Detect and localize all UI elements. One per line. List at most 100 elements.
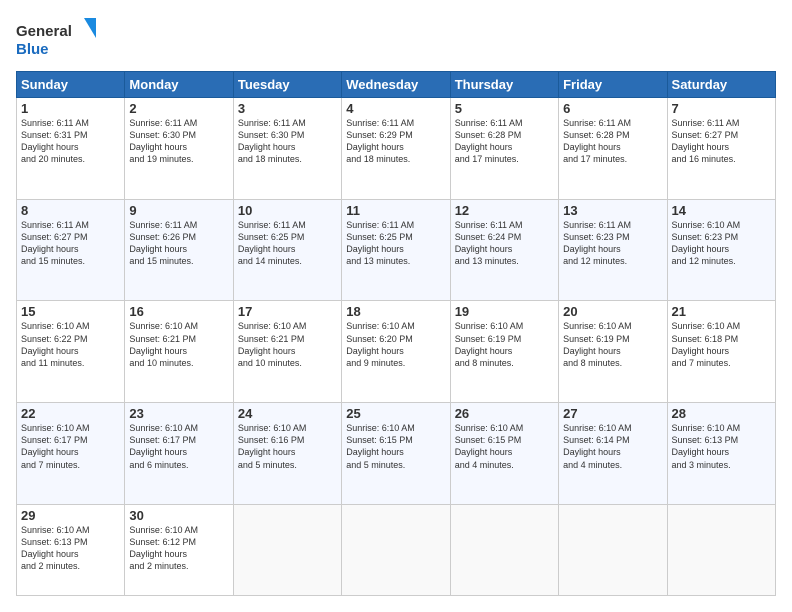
day-number: 7 bbox=[672, 101, 771, 116]
calendar-cell: 8 Sunrise: 6:11 AM Sunset: 6:27 PM Dayli… bbox=[17, 199, 125, 301]
cell-content: Sunrise: 6:11 AM Sunset: 6:26 PM Dayligh… bbox=[129, 219, 228, 268]
day-number: 12 bbox=[455, 203, 554, 218]
cell-content: Sunrise: 6:11 AM Sunset: 6:28 PM Dayligh… bbox=[563, 117, 662, 166]
day-number: 1 bbox=[21, 101, 120, 116]
day-number: 24 bbox=[238, 406, 337, 421]
calendar-cell: 12 Sunrise: 6:11 AM Sunset: 6:24 PM Dayl… bbox=[450, 199, 558, 301]
calendar-cell: 11 Sunrise: 6:11 AM Sunset: 6:25 PM Dayl… bbox=[342, 199, 450, 301]
cell-content: Sunrise: 6:11 AM Sunset: 6:30 PM Dayligh… bbox=[238, 117, 337, 166]
svg-text:Blue: Blue bbox=[16, 41, 49, 58]
cell-content: Sunrise: 6:10 AM Sunset: 6:22 PM Dayligh… bbox=[21, 320, 120, 369]
calendar-cell: 18 Sunrise: 6:10 AM Sunset: 6:20 PM Dayl… bbox=[342, 301, 450, 403]
day-number: 11 bbox=[346, 203, 445, 218]
day-number: 20 bbox=[563, 304, 662, 319]
day-number: 13 bbox=[563, 203, 662, 218]
day-number: 22 bbox=[21, 406, 120, 421]
cell-content: Sunrise: 6:11 AM Sunset: 6:31 PM Dayligh… bbox=[21, 117, 120, 166]
calendar-cell: 30 Sunrise: 6:10 AM Sunset: 6:12 PM Dayl… bbox=[125, 504, 233, 595]
day-number: 28 bbox=[672, 406, 771, 421]
calendar-cell: 24 Sunrise: 6:10 AM Sunset: 6:16 PM Dayl… bbox=[233, 403, 341, 505]
cell-content: Sunrise: 6:11 AM Sunset: 6:28 PM Dayligh… bbox=[455, 117, 554, 166]
cell-content: Sunrise: 6:11 AM Sunset: 6:27 PM Dayligh… bbox=[672, 117, 771, 166]
calendar-cell: 6 Sunrise: 6:11 AM Sunset: 6:28 PM Dayli… bbox=[559, 98, 667, 200]
day-number: 30 bbox=[129, 508, 228, 523]
calendar-cell: 14 Sunrise: 6:10 AM Sunset: 6:23 PM Dayl… bbox=[667, 199, 775, 301]
day-number: 23 bbox=[129, 406, 228, 421]
logo: General Blue bbox=[16, 16, 96, 61]
day-number: 2 bbox=[129, 101, 228, 116]
day-header-friday: Friday bbox=[559, 72, 667, 98]
calendar-cell bbox=[559, 504, 667, 595]
calendar-cell: 29 Sunrise: 6:10 AM Sunset: 6:13 PM Dayl… bbox=[17, 504, 125, 595]
cell-content: Sunrise: 6:11 AM Sunset: 6:23 PM Dayligh… bbox=[563, 219, 662, 268]
calendar-cell: 28 Sunrise: 6:10 AM Sunset: 6:13 PM Dayl… bbox=[667, 403, 775, 505]
day-header-monday: Monday bbox=[125, 72, 233, 98]
day-header-thursday: Thursday bbox=[450, 72, 558, 98]
calendar-cell bbox=[450, 504, 558, 595]
day-number: 4 bbox=[346, 101, 445, 116]
calendar-cell: 27 Sunrise: 6:10 AM Sunset: 6:14 PM Dayl… bbox=[559, 403, 667, 505]
day-number: 25 bbox=[346, 406, 445, 421]
day-header-sunday: Sunday bbox=[17, 72, 125, 98]
calendar-cell: 9 Sunrise: 6:11 AM Sunset: 6:26 PM Dayli… bbox=[125, 199, 233, 301]
cell-content: Sunrise: 6:10 AM Sunset: 6:19 PM Dayligh… bbox=[455, 320, 554, 369]
day-number: 5 bbox=[455, 101, 554, 116]
svg-text:General: General bbox=[16, 23, 72, 40]
cell-content: Sunrise: 6:10 AM Sunset: 6:21 PM Dayligh… bbox=[129, 320, 228, 369]
calendar-cell: 10 Sunrise: 6:11 AM Sunset: 6:25 PM Dayl… bbox=[233, 199, 341, 301]
cell-content: Sunrise: 6:10 AM Sunset: 6:13 PM Dayligh… bbox=[21, 524, 120, 573]
calendar-table: SundayMondayTuesdayWednesdayThursdayFrid… bbox=[16, 71, 776, 596]
calendar-cell: 15 Sunrise: 6:10 AM Sunset: 6:22 PM Dayl… bbox=[17, 301, 125, 403]
cell-content: Sunrise: 6:10 AM Sunset: 6:13 PM Dayligh… bbox=[672, 422, 771, 471]
day-number: 14 bbox=[672, 203, 771, 218]
cell-content: Sunrise: 6:10 AM Sunset: 6:15 PM Dayligh… bbox=[455, 422, 554, 471]
day-number: 9 bbox=[129, 203, 228, 218]
cell-content: Sunrise: 6:10 AM Sunset: 6:16 PM Dayligh… bbox=[238, 422, 337, 471]
calendar-cell: 26 Sunrise: 6:10 AM Sunset: 6:15 PM Dayl… bbox=[450, 403, 558, 505]
day-number: 19 bbox=[455, 304, 554, 319]
day-number: 26 bbox=[455, 406, 554, 421]
calendar-cell: 5 Sunrise: 6:11 AM Sunset: 6:28 PM Dayli… bbox=[450, 98, 558, 200]
calendar-cell: 2 Sunrise: 6:11 AM Sunset: 6:30 PM Dayli… bbox=[125, 98, 233, 200]
calendar-cell: 22 Sunrise: 6:10 AM Sunset: 6:17 PM Dayl… bbox=[17, 403, 125, 505]
cell-content: Sunrise: 6:10 AM Sunset: 6:14 PM Dayligh… bbox=[563, 422, 662, 471]
calendar-cell bbox=[667, 504, 775, 595]
day-number: 16 bbox=[129, 304, 228, 319]
calendar-cell: 1 Sunrise: 6:11 AM Sunset: 6:31 PM Dayli… bbox=[17, 98, 125, 200]
cell-content: Sunrise: 6:10 AM Sunset: 6:19 PM Dayligh… bbox=[563, 320, 662, 369]
day-number: 10 bbox=[238, 203, 337, 218]
day-number: 15 bbox=[21, 304, 120, 319]
day-header-wednesday: Wednesday bbox=[342, 72, 450, 98]
cell-content: Sunrise: 6:10 AM Sunset: 6:21 PM Dayligh… bbox=[238, 320, 337, 369]
calendar-cell: 19 Sunrise: 6:10 AM Sunset: 6:19 PM Dayl… bbox=[450, 301, 558, 403]
cell-content: Sunrise: 6:11 AM Sunset: 6:24 PM Dayligh… bbox=[455, 219, 554, 268]
cell-content: Sunrise: 6:10 AM Sunset: 6:17 PM Dayligh… bbox=[21, 422, 120, 471]
calendar-cell: 21 Sunrise: 6:10 AM Sunset: 6:18 PM Dayl… bbox=[667, 301, 775, 403]
calendar-cell: 17 Sunrise: 6:10 AM Sunset: 6:21 PM Dayl… bbox=[233, 301, 341, 403]
cell-content: Sunrise: 6:11 AM Sunset: 6:29 PM Dayligh… bbox=[346, 117, 445, 166]
day-number: 21 bbox=[672, 304, 771, 319]
cell-content: Sunrise: 6:11 AM Sunset: 6:30 PM Dayligh… bbox=[129, 117, 228, 166]
calendar-cell bbox=[342, 504, 450, 595]
day-number: 29 bbox=[21, 508, 120, 523]
cell-content: Sunrise: 6:11 AM Sunset: 6:25 PM Dayligh… bbox=[346, 219, 445, 268]
calendar-container: General Blue SundayMondayTuesdayWednesda… bbox=[0, 0, 792, 612]
cell-content: Sunrise: 6:10 AM Sunset: 6:17 PM Dayligh… bbox=[129, 422, 228, 471]
cell-content: Sunrise: 6:11 AM Sunset: 6:27 PM Dayligh… bbox=[21, 219, 120, 268]
calendar-cell: 16 Sunrise: 6:10 AM Sunset: 6:21 PM Dayl… bbox=[125, 301, 233, 403]
day-number: 27 bbox=[563, 406, 662, 421]
calendar-cell: 13 Sunrise: 6:11 AM Sunset: 6:23 PM Dayl… bbox=[559, 199, 667, 301]
logo-svg: General Blue bbox=[16, 16, 96, 61]
day-header-saturday: Saturday bbox=[667, 72, 775, 98]
day-number: 17 bbox=[238, 304, 337, 319]
calendar-cell: 4 Sunrise: 6:11 AM Sunset: 6:29 PM Dayli… bbox=[342, 98, 450, 200]
calendar-cell: 23 Sunrise: 6:10 AM Sunset: 6:17 PM Dayl… bbox=[125, 403, 233, 505]
cell-content: Sunrise: 6:10 AM Sunset: 6:23 PM Dayligh… bbox=[672, 219, 771, 268]
cell-content: Sunrise: 6:11 AM Sunset: 6:25 PM Dayligh… bbox=[238, 219, 337, 268]
cell-content: Sunrise: 6:10 AM Sunset: 6:12 PM Dayligh… bbox=[129, 524, 228, 573]
cell-content: Sunrise: 6:10 AM Sunset: 6:18 PM Dayligh… bbox=[672, 320, 771, 369]
day-number: 8 bbox=[21, 203, 120, 218]
day-number: 3 bbox=[238, 101, 337, 116]
calendar-cell: 3 Sunrise: 6:11 AM Sunset: 6:30 PM Dayli… bbox=[233, 98, 341, 200]
calendar-cell: 25 Sunrise: 6:10 AM Sunset: 6:15 PM Dayl… bbox=[342, 403, 450, 505]
